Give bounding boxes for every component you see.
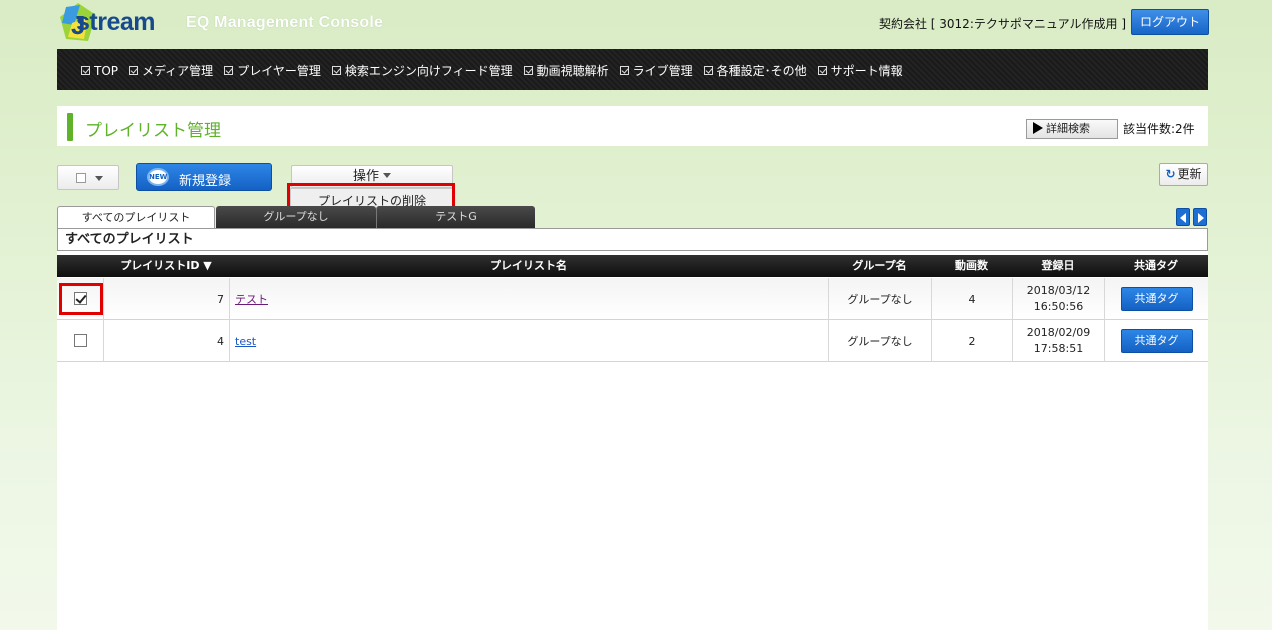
new-register-label: 新規登録 — [179, 174, 232, 189]
caret-down-icon — [95, 176, 103, 181]
nav-item-settings[interactable]: 各種設定･その他 — [703, 62, 807, 79]
column-header-id[interactable]: プレイリストID ▼ — [103, 255, 229, 277]
column-header-video-count: 動画数 — [955, 259, 988, 272]
video-count: 4 — [931, 278, 1012, 320]
main-nav: TOP メディア管理 プレイヤー管理 検索エンジン向けフィード管理 動画視聴解析… — [57, 49, 1208, 90]
detail-search-button[interactable]: 詳細検索 — [1026, 119, 1118, 139]
check-icon — [331, 66, 341, 75]
common-tag-button[interactable]: 共通タグ — [1120, 329, 1193, 353]
column-header-group: グループ名 — [852, 259, 907, 272]
row-checkbox[interactable] — [74, 334, 87, 347]
new-badge-icon: NEW — [147, 168, 169, 186]
playlist-name-link[interactable]: test — [235, 335, 256, 348]
common-tag-button[interactable]: 共通タグ — [1120, 287, 1193, 311]
new-register-button[interactable]: NEW 新規登録 — [136, 163, 272, 191]
check-icon — [81, 66, 90, 75]
group-name: グループなし — [828, 320, 931, 362]
hit-count: 該当件数:2件 — [1123, 122, 1195, 136]
nav-item-media[interactable]: メディア管理 — [129, 62, 213, 79]
refresh-button[interactable]: ↻ 更新 — [1159, 163, 1208, 186]
row-select-cell — [57, 320, 103, 362]
tab-no-group[interactable]: グループなし — [216, 206, 376, 228]
registered-time: 16:50:56 — [1033, 300, 1084, 313]
console-title: EQ Management Console — [186, 14, 384, 31]
playlist-panel: すべてのプレイリスト プレイリストID ▼ プレイリスト名 グループ名 動画数 … — [57, 228, 1208, 630]
tab-prev-arrow-icon[interactable] — [1176, 208, 1190, 226]
registered-date: 2018/02/09 — [1026, 326, 1091, 339]
page-title: プレイリスト管理 — [85, 121, 221, 141]
tab-all-playlists[interactable]: すべてのプレイリスト — [57, 206, 215, 230]
tab-next-arrow-icon[interactable] — [1193, 208, 1207, 226]
registered-time: 17:58:51 — [1033, 342, 1084, 355]
jstream-logo[interactable]: J stream — [58, 3, 170, 43]
title-accent-bar — [67, 113, 73, 141]
nav-item-feed[interactable]: 検索エンジン向けフィード管理 — [331, 62, 513, 79]
check-icon — [703, 66, 713, 75]
check-icon — [129, 66, 139, 75]
nav-item-player[interactable]: プレイヤー管理 — [224, 62, 321, 79]
caret-down-icon — [383, 173, 391, 178]
play-triangle-icon — [1033, 122, 1043, 134]
check-icon — [817, 66, 827, 75]
video-count: 2 — [931, 320, 1012, 362]
group-name: グループなし — [828, 278, 931, 320]
contract-info: 契約会社 [ 3012:テクサポマニュアル作成用 ] — [878, 17, 1126, 31]
nav-item-top[interactable]: TOP — [81, 62, 118, 79]
header: J stream EQ Management Console 契約会社 [ 30… — [0, 0, 1272, 48]
column-header-name: プレイリスト名 — [490, 259, 567, 272]
playlist-name-link[interactable]: テスト — [235, 291, 268, 307]
playlist-id: 7 — [103, 278, 229, 320]
tag-cell: 共通タグ — [1104, 278, 1208, 320]
refresh-icon: ↻ — [1165, 167, 1176, 181]
table-row: 4 test グループなし 2 2018/02/09 17:58:51 共通タグ — [57, 320, 1208, 362]
highlight-box-checkbox — [59, 283, 103, 315]
logo-text: stream — [76, 8, 156, 36]
row-select-cell — [57, 278, 103, 320]
column-header-registered: 登録日 — [1041, 259, 1075, 272]
logout-button[interactable]: ログアウト — [1131, 9, 1209, 35]
check-icon — [224, 66, 234, 75]
page-title-bar: プレイリスト管理 詳細検索 該当件数:2件 — [57, 106, 1208, 146]
nav-item-support[interactable]: サポート情報 — [817, 62, 903, 79]
column-header-tag: 共通タグ — [1134, 259, 1178, 272]
playlist-id: 4 — [103, 320, 229, 362]
tab-test-group[interactable]: テストG — [376, 206, 535, 228]
table-row: 7 テスト グループなし 4 2018/03/12 16:50:56 共通タグ — [57, 278, 1208, 320]
registered-date: 2018/03/12 — [1026, 284, 1091, 297]
playlist-name-cell: test — [229, 320, 828, 362]
registered-date-cell: 2018/02/09 17:58:51 — [1012, 320, 1104, 362]
select-all-dropdown[interactable] — [57, 165, 119, 190]
check-icon — [619, 66, 629, 75]
check-icon — [523, 66, 533, 75]
registered-date-cell: 2018/03/12 16:50:56 — [1012, 278, 1104, 320]
playlist-name-cell: テスト — [229, 278, 828, 320]
table-header: プレイリストID ▼ プレイリスト名 グループ名 動画数 登録日 共通タグ — [57, 255, 1208, 277]
nav-item-analytics[interactable]: 動画視聴解析 — [523, 62, 609, 79]
list-title: すべてのプレイリスト — [57, 228, 1208, 251]
nav-item-live[interactable]: ライブ管理 — [619, 62, 693, 79]
tag-cell: 共通タグ — [1104, 320, 1208, 362]
checkbox-icon — [76, 173, 86, 183]
